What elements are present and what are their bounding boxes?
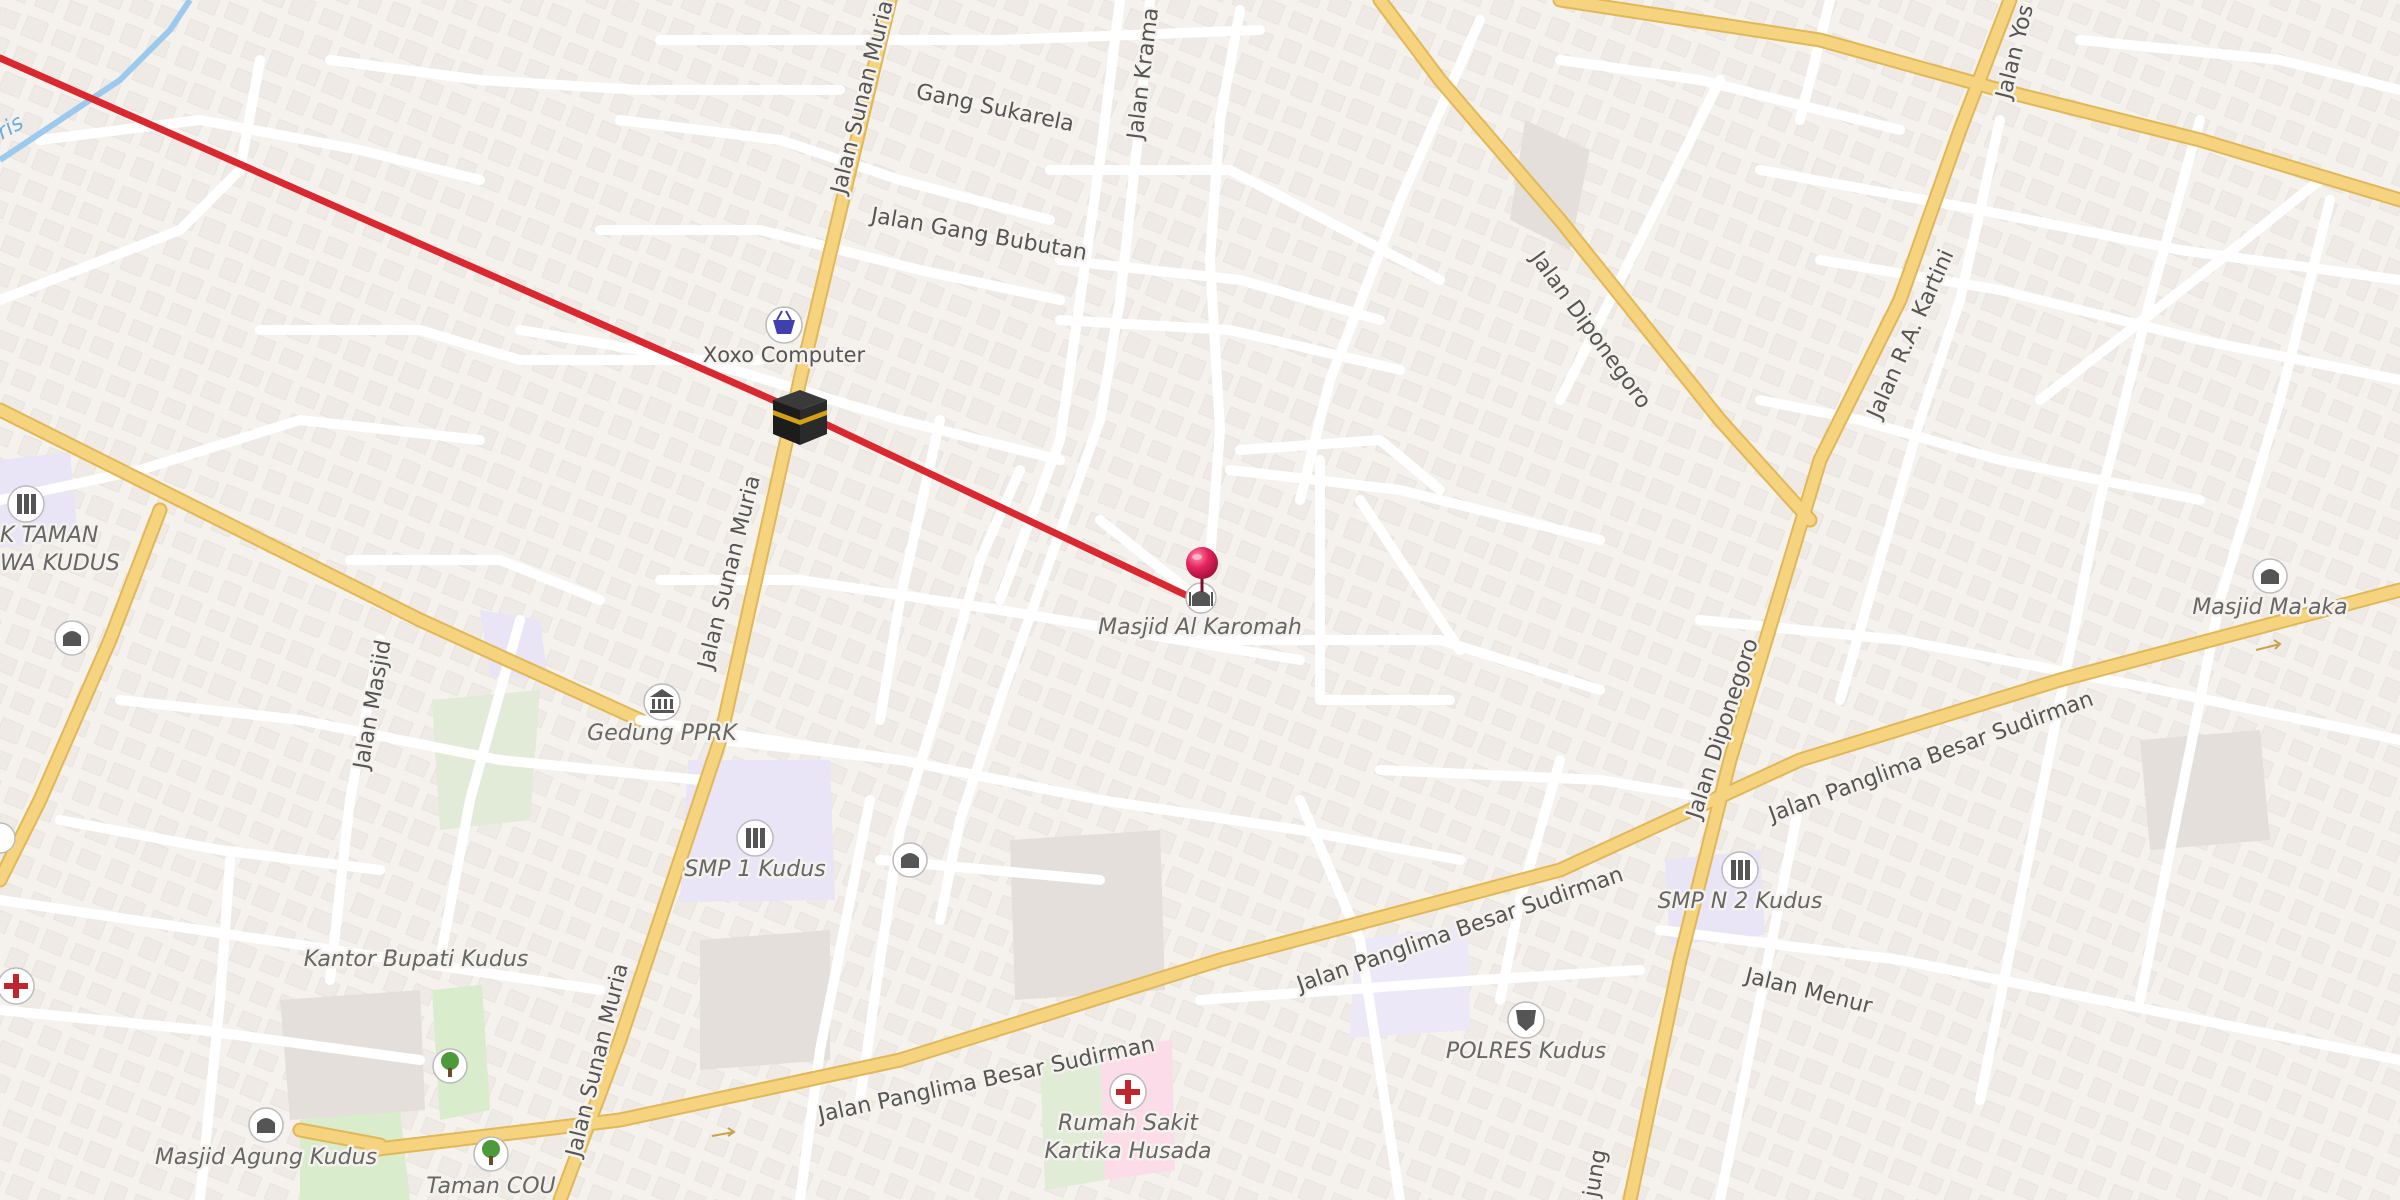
school-icon — [7, 485, 45, 523]
hospital-cross-icon — [0, 967, 35, 1005]
map-canvas[interactable]: Jalan Sunan Muria Jalan Sunan Muria Jala… — [0, 0, 2400, 1200]
poi-label: Masjid Agung Kudus — [155, 1145, 377, 1170]
mosque-icon — [248, 1107, 284, 1143]
tree-icon — [473, 1136, 509, 1172]
poi-kaaba[interactable] — [773, 390, 827, 445]
poi-label: SMP N 2 Kudus — [1658, 889, 1823, 914]
tree-icon — [432, 1048, 468, 1084]
large-block-3 — [700, 930, 830, 1070]
school-icon — [1721, 851, 1759, 889]
poi-label: K TAMAN — [0, 523, 98, 548]
school-icon — [736, 819, 774, 857]
large-block-4 — [1010, 830, 1165, 1000]
poi-label: Kantor Bupati Kudus — [304, 947, 529, 972]
poi-hospital-west[interactable] — [0, 967, 35, 1005]
poi-label: Masjid Al Karomah — [1098, 615, 1302, 640]
mosque-icon — [2252, 558, 2288, 594]
poi-label: Rumah Sakit — [1058, 1111, 1199, 1136]
kaaba-icon — [773, 390, 827, 445]
poi-label: Taman COU — [426, 1174, 555, 1199]
government-building-icon — [643, 683, 681, 721]
poi-park-kantor[interactable] — [432, 1048, 468, 1084]
poi-kantor-bupati[interactable]: Kantor Bupati Kudus — [301, 945, 531, 975]
poi-label: SMP 1 Kudus — [684, 857, 825, 882]
poi-label: Kartika Husada — [1045, 1139, 1212, 1164]
mosque-icon — [892, 842, 928, 878]
poi-label: WA KUDUS — [0, 551, 120, 576]
large-block-1 — [2140, 730, 2270, 850]
poi-mosque-unnamed[interactable] — [892, 842, 928, 878]
police-icon — [1507, 1001, 1545, 1039]
poi-label: Gedung PPRK — [587, 721, 738, 746]
poi-mosque-west[interactable] — [54, 620, 90, 656]
poi-label: Masjid Ma'aka — [2192, 595, 2347, 620]
hospital-cross-icon — [1109, 1073, 1147, 1111]
mosque-icon — [54, 620, 90, 656]
poi-label: POLRES Kudus — [1446, 1039, 1606, 1064]
poi-label: Xoxo Computer — [703, 343, 866, 367]
